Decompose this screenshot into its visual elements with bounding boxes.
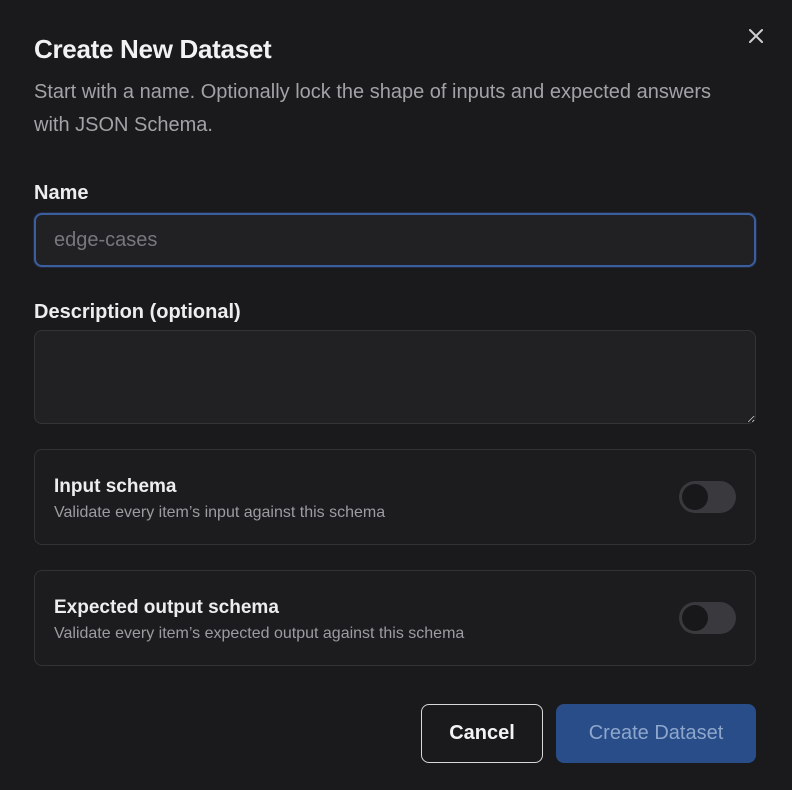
description-label: Description (optional): [34, 301, 241, 323]
input-schema-title: Input schema: [54, 476, 177, 497]
toggle-knob: [682, 484, 708, 510]
toggle-knob: [682, 605, 708, 631]
output-schema-card: Expected output schema Validate every it…: [34, 570, 756, 666]
create-dataset-button[interactable]: Create Dataset: [556, 704, 756, 763]
input-schema-description: Validate every item’s input against this…: [54, 504, 386, 521]
description-textarea[interactable]: [34, 330, 756, 424]
output-schema-description: Validate every item’s expected output ag…: [54, 625, 465, 642]
name-input[interactable]: [34, 213, 756, 267]
cancel-button[interactable]: Cancel: [421, 704, 543, 763]
output-schema-title: Expected output schema: [54, 597, 279, 618]
input-schema-toggle[interactable]: [679, 481, 736, 513]
close-button[interactable]: [744, 24, 768, 48]
output-schema-toggle[interactable]: [679, 602, 736, 634]
name-label: Name: [34, 182, 89, 204]
close-icon: [749, 29, 763, 43]
dialog-subtitle: Start with a name. Optionally lock the s…: [34, 81, 712, 136]
create-dataset-dialog: Create New Dataset Start with a name. Op…: [0, 0, 792, 790]
dialog-title: Create New Dataset: [34, 34, 272, 64]
input-schema-card: Input schema Validate every item’s input…: [34, 449, 756, 545]
